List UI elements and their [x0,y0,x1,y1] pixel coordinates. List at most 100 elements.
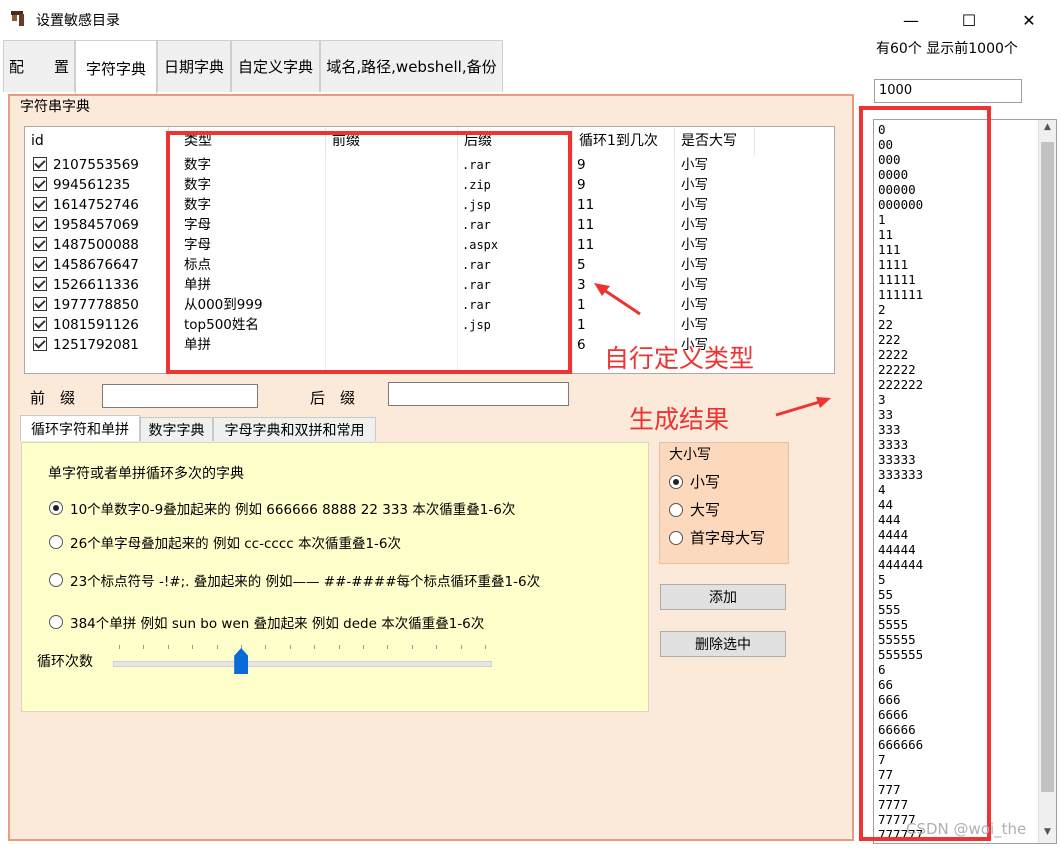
option-letters-label: 26个单字母叠加起来的 例如 cc-cccc 本次循重叠1-6次 [70,536,402,552]
radio-pinyin[interactable] [49,615,63,629]
row-checkbox[interactable] [33,337,47,351]
tab-custom-dict[interactable]: 自定义字典 [231,40,320,92]
radio-punctuation[interactable] [49,573,63,587]
display-limit-input[interactable]: 1000 [874,79,1022,103]
col-header-loop[interactable]: 循环1到几次 [573,127,675,155]
cell-id: 1458676647 [53,257,139,273]
annotation-box-type-columns [166,131,572,374]
option-digits-label: 10个单数字0-9叠加起来的 例如 666666 8888 22 333 本次循… [70,502,516,518]
slider-tick [411,645,413,649]
cell-loop: 6 [577,337,586,353]
close-button[interactable]: ✕ [1006,6,1052,34]
row-checkbox[interactable] [33,197,47,211]
case-group-title: 大小写 [669,447,711,463]
option-punctuation[interactable]: 23个标点符号 -!#;. 叠加起来的 例如—— ##-####每个标点循环重叠… [49,570,540,590]
option-pinyin-label: 384个单拼 例如 sun bo wen 叠加起来 例如 dede 本次循重叠1… [70,616,485,632]
watermark: CSDN @woi_the [906,820,1027,838]
annotation-box-results [859,106,991,841]
radio-capitalize[interactable] [669,530,683,545]
result-scrollbar[interactable]: ▲ ▼ [1038,120,1056,843]
option-letters[interactable]: 26个单字母叠加起来的 例如 cc-cccc 本次循重叠1-6次 [49,532,401,552]
row-checkbox[interactable] [33,297,47,311]
prefix-label: 前 缀 [30,389,76,407]
cell-loop: 9 [577,177,586,193]
cell-uppercase: 小写 [681,177,708,193]
cell-uppercase: 小写 [681,277,708,293]
slider-tick [216,645,218,649]
cell-loop: 3 [577,277,586,293]
cell-id: 2107553569 [53,157,139,173]
cell-id: 1487500088 [53,237,139,253]
window-title: 设置敏感目录 [36,13,120,29]
cell-id: 1526611336 [53,277,139,293]
slider-tick [143,645,145,649]
slider-tick [387,645,389,649]
annotation-arrow-left-icon [594,283,641,316]
tab-config[interactable]: 配 置 [3,40,75,92]
subtab-loop-chars[interactable]: 循环字符和单拼 [20,415,140,441]
cell-uppercase: 小写 [681,217,708,233]
group-title: 字符串字典 [18,96,92,116]
option-pinyin[interactable]: 384个单拼 例如 sun bo wen 叠加起来 例如 dede 本次循重叠1… [49,612,484,632]
scroll-up-icon[interactable]: ▲ [1041,122,1054,136]
option-uppercase-label: 大写 [690,501,721,519]
option-lowercase-label: 小写 [690,473,721,491]
loop-panel-heading: 单字符或者单拼循环多次的字典 [48,466,244,482]
slider-tick [436,645,438,649]
cell-loop: 11 [577,197,595,213]
cell-loop: 1 [577,297,586,313]
row-checkbox[interactable] [33,157,47,171]
cell-loop: 11 [577,237,595,253]
row-checkbox[interactable] [33,237,47,251]
row-checkbox[interactable] [33,257,47,271]
delete-selected-button[interactable]: 删除选中 [660,631,786,657]
cell-id: 1958457069 [53,217,139,233]
row-checkbox[interactable] [33,317,47,331]
cell-id: 994561235 [53,177,131,193]
slider-tick [314,645,316,649]
option-capitalize-label: 首字母大写 [690,529,766,547]
maximize-button[interactable]: ☐ [946,6,992,34]
col-header-uppercase[interactable]: 是否大写 [675,127,755,155]
option-capitalize[interactable]: 首字母大写 [669,527,765,548]
radio-digits[interactable] [49,501,63,515]
subtab-number-dict[interactable]: 数字字典 [140,417,213,441]
cell-uppercase: 小写 [681,297,708,313]
cell-uppercase: 小写 [681,237,708,253]
radio-uppercase[interactable] [669,502,683,517]
cell-loop: 5 [577,257,586,273]
option-lowercase[interactable]: 小写 [669,471,720,492]
annotation-result: 生成结果 [629,405,730,434]
row-checkbox[interactable] [33,277,47,291]
minimize-button[interactable]: — [888,6,934,34]
row-checkbox[interactable] [33,177,47,191]
cell-id: 1977778850 [53,297,139,313]
slider-tick [338,645,340,649]
tab-domain-path-webshell[interactable]: 域名,路径,webshell,备份 [320,40,503,92]
suffix-label: 后 缀 [310,389,356,407]
cell-loop: 9 [577,157,586,173]
cell-loop: 1 [577,317,586,333]
tab-date-dict[interactable]: 日期字典 [157,40,231,92]
annotation-arrow-right-icon [775,397,831,417]
col-header-id[interactable]: id [25,127,169,155]
loop-count-slider-track[interactable] [113,661,492,667]
cell-id: 1081591126 [53,317,139,333]
prefix-input[interactable] [102,384,258,408]
radio-lowercase[interactable] [669,474,683,489]
radio-letters[interactable] [49,535,63,549]
option-digits[interactable]: 10个单数字0-9叠加起来的 例如 666666 8888 22 333 本次循… [49,498,515,518]
cell-loop: 11 [577,217,595,233]
scrollbar-thumb[interactable] [1041,142,1054,792]
row-checkbox[interactable] [33,217,47,231]
tab-char-dict[interactable]: 字符字典 [75,40,157,95]
slider-tick [363,645,364,649]
cell-uppercase: 小写 [681,317,708,333]
option-uppercase[interactable]: 大写 [669,499,720,520]
cell-id: 1614752746 [53,197,139,213]
scroll-down-icon[interactable]: ▼ [1041,827,1054,841]
subtab-letter-dict[interactable]: 字母字典和双拼和常用 [213,417,376,441]
suffix-input[interactable] [388,382,569,406]
slider-tick [167,645,169,649]
add-button[interactable]: 添加 [660,584,786,610]
